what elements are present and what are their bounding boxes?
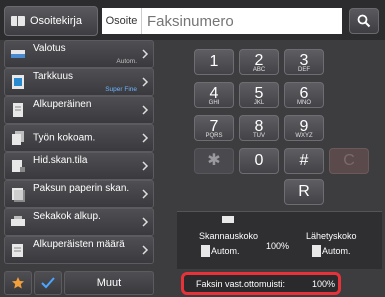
key-r[interactable]: R — [284, 179, 324, 205]
size-info-panel[interactable]: Skannauskoko Lähetyskoko Autom. 100% Aut… — [177, 211, 382, 269]
more-button[interactable]: Muut — [64, 271, 154, 295]
memory-label: Faksin vast.ottomuisti: — [196, 279, 286, 289]
top-bar: Osoitekirja Osoite — [0, 0, 385, 40]
sidebar-item-slow-scan[interactable]: Hid.skan.tila — [4, 152, 154, 180]
slow-scan-icon — [12, 160, 25, 172]
sidebar-item-label: Alkuperäinen — [33, 99, 92, 110]
sidebar-item-label: Työn kokoam. — [33, 132, 96, 144]
star-icon — [12, 277, 24, 289]
key-1[interactable]: 1 — [194, 49, 234, 75]
key-2[interactable]: 2 ABC — [239, 49, 279, 75]
sidebar-item-exposure[interactable]: Valotus Autom. — [4, 40, 154, 68]
send-size-value: Autom. — [322, 246, 351, 256]
send-size-label: Lähetyskoko — [306, 231, 357, 241]
search-button[interactable] — [349, 8, 379, 34]
sidebar-item-mixed-size[interactable]: Sekakok alkup. — [4, 208, 154, 236]
key-digit: C — [343, 152, 355, 169]
key-hash[interactable]: # — [284, 148, 324, 174]
address-book-button[interactable]: Osoitekirja — [4, 6, 98, 36]
chevron-right-icon — [142, 189, 149, 199]
chevron-right-icon — [142, 161, 149, 171]
key-star[interactable]: ✱ — [194, 148, 234, 174]
job-build-icon — [12, 131, 24, 145]
key-9[interactable]: 9 WXYZ — [284, 115, 324, 141]
key-letters: DEF — [298, 67, 310, 73]
ratio-value: 100% — [266, 241, 290, 251]
sidebar-item-job-build[interactable]: Työn kokoam. — [4, 124, 154, 152]
chevron-right-icon — [142, 245, 149, 255]
address-label: Osoite — [102, 8, 142, 34]
key-6[interactable]: 6 MNO — [284, 82, 324, 108]
sidebar-item-original-count[interactable]: Alkuperäisten määrä — [4, 236, 154, 264]
bottom-bar: Muut — [4, 271, 154, 295]
key-letters: ABC — [252, 67, 266, 73]
key-letters: MNO — [297, 100, 311, 106]
key-4[interactable]: 4 GHI — [194, 82, 234, 108]
mixed-size-icon — [11, 216, 25, 226]
sidebar-item-original[interactable]: Alkuperäinen — [4, 96, 154, 124]
memory-value: 100% — [312, 279, 336, 289]
sidebar-item-label: Sekakok alkup. — [33, 211, 101, 222]
original-icon — [13, 103, 23, 117]
scanner-icon — [222, 216, 234, 223]
favorite-button[interactable] — [4, 271, 32, 295]
key-letters: PQRS — [205, 133, 223, 139]
fax-number-input[interactable] — [142, 8, 342, 34]
page-icon — [312, 245, 321, 257]
sidebar-item-value: Autom. — [116, 58, 137, 65]
key-8[interactable]: 8 TUV — [239, 115, 279, 141]
chevron-right-icon — [142, 105, 149, 115]
resolution-icon — [12, 75, 24, 89]
key-7[interactable]: 7 PQRS — [194, 115, 234, 141]
chevron-right-icon — [142, 133, 149, 143]
sidebar-item-label: Tarkkuus — [33, 71, 74, 82]
key-digit: # — [299, 152, 309, 169]
sidebar-item-value: Super Fine — [105, 86, 137, 93]
scan-size-value: Autom. — [211, 246, 240, 256]
key-letters: JKL — [253, 100, 265, 106]
key-letters: TUV — [253, 133, 265, 139]
search-icon — [357, 14, 371, 28]
sidebar-item-thick-paper[interactable]: Paksun paperin skan. — [4, 180, 154, 208]
fax-screen: Osoitekirja Osoite Valotus Autom. Tarkku… — [0, 0, 385, 297]
key-letters: GHI — [208, 100, 220, 106]
key-letters: WXYZ — [295, 133, 313, 139]
thick-paper-icon — [12, 188, 25, 202]
key-digit: 1 — [209, 53, 219, 70]
original-count-icon — [12, 244, 23, 257]
sidebar-item-label: Valotus — [33, 43, 66, 54]
key-digit: 0 — [254, 152, 264, 169]
key-5[interactable]: 5 JKL — [239, 82, 279, 108]
sidebar-item-label: Hid.skan.tila — [33, 155, 88, 166]
scan-size-label: Skannauskoko — [199, 231, 259, 241]
sidebar-item-label: Paksun paperin skan. — [33, 183, 130, 194]
chevron-right-icon — [142, 77, 149, 87]
chevron-right-icon — [142, 49, 149, 59]
sidebar-item-label: Alkuperäisten määrä — [33, 239, 125, 250]
check-button[interactable] — [34, 271, 62, 295]
sidebar-item-resolution[interactable]: Tarkkuus Super Fine — [4, 68, 154, 96]
address-book-label: Osoitekirja — [30, 15, 82, 27]
key-0[interactable]: 0 — [239, 148, 279, 174]
page-icon — [201, 245, 210, 257]
fax-memory-status: Faksin vast.ottomuisti: 100% — [181, 272, 341, 295]
exposure-icon — [11, 50, 25, 58]
chevron-right-icon — [142, 217, 149, 227]
clear-button[interactable]: C — [329, 148, 369, 174]
key-digit: ✱ — [207, 152, 221, 169]
checkmark-icon — [41, 277, 55, 289]
numeric-keypad: 1 2 ABC 3 DEF 4 GHI 5 JKL 6 MNO 7 PQRS 8… — [170, 44, 380, 209]
address-book-icon — [11, 16, 25, 26]
key-3[interactable]: 3 DEF — [284, 49, 324, 75]
key-digit: R — [298, 183, 310, 200]
